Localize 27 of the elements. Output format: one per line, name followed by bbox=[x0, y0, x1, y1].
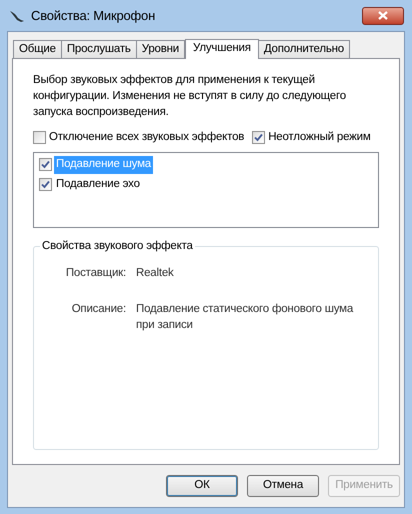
close-icon bbox=[378, 11, 388, 20]
dialog-button[interactable]: Отмена bbox=[247, 475, 319, 497]
tab[interactable]: Прослушать bbox=[60, 40, 137, 58]
property-value: Подавление статического фонового шума при записи bbox=[136, 302, 354, 334]
dialog-button[interactable]: ОК bbox=[166, 475, 238, 497]
tab[interactable]: Улучшения bbox=[185, 39, 259, 59]
list-item[interactable]: Подавление эхо bbox=[54, 176, 142, 193]
checkmark-icon bbox=[41, 160, 50, 170]
checkbox[interactable] bbox=[39, 178, 52, 191]
checkbox[interactable] bbox=[33, 131, 46, 144]
microphone-icon bbox=[9, 8, 25, 22]
checkbox-label: Отключение всех звуковых эффектов bbox=[49, 130, 244, 145]
intro-text: Выбор звуковых эффектов для применения к текущей конфигурации. Изменения не вступят в силу до следующего запуска воспроизведения. bbox=[33, 73, 347, 120]
checkmark-icon bbox=[41, 180, 50, 189]
property-label: Описание: bbox=[70, 302, 126, 318]
checkbox-label: Неотложный режим bbox=[268, 130, 371, 145]
tab[interactable]: Дополнительно bbox=[258, 40, 350, 58]
close-button[interactable] bbox=[362, 6, 404, 24]
property-label: Поставщик: bbox=[64, 266, 126, 282]
group-title: Свойства звукового эффекта bbox=[40, 239, 195, 254]
checkbox[interactable] bbox=[252, 131, 266, 144]
tab[interactable]: Уровни bbox=[136, 40, 185, 58]
property-value: Realtek bbox=[136, 266, 175, 282]
tab[interactable]: Общие bbox=[13, 40, 62, 58]
checkbox[interactable] bbox=[39, 158, 52, 172]
window-title: Свойства: Микрофон bbox=[31, 6, 156, 25]
checkmark-icon bbox=[254, 133, 264, 142]
